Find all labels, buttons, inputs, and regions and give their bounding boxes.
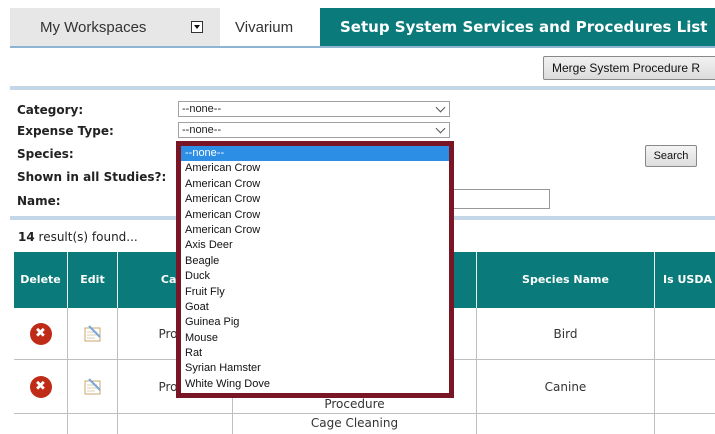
- column-header-edit: Edit: [68, 252, 118, 308]
- dropdown-option[interactable]: Duck: [181, 269, 449, 284]
- edit-icon[interactable]: [83, 324, 103, 344]
- dropdown-option[interactable]: American Crow: [181, 223, 449, 238]
- procedure-cell: Cage Cleaning: [233, 414, 477, 434]
- name-input[interactable]: [450, 189, 550, 209]
- category-label: Category:: [17, 103, 84, 117]
- category-cell: [118, 414, 233, 434]
- search-button[interactable]: Search: [645, 145, 697, 167]
- dropdown-option-none[interactable]: --none--: [181, 146, 449, 162]
- species-cell: Bird: [477, 308, 655, 359]
- dropdown-option[interactable]: Goat: [181, 300, 449, 315]
- species-cell: Canine: [477, 360, 655, 413]
- dropdown-option[interactable]: Fruit Fly: [181, 285, 449, 300]
- delete-icon[interactable]: ✖: [29, 322, 52, 345]
- edit-cell: [68, 308, 118, 359]
- tab-my-workspaces-label: My Workspaces: [40, 19, 147, 36]
- dropdown-option[interactable]: American Crow: [181, 208, 449, 223]
- dropdown-arrow-icon[interactable]: [191, 21, 203, 33]
- dropdown-option[interactable]: Mouse: [181, 331, 449, 346]
- edit-cell: [68, 360, 118, 413]
- category-select-value: --none--: [182, 103, 222, 115]
- chevron-down-icon: [435, 123, 446, 134]
- species-label: Species:: [17, 147, 74, 161]
- dropdown-option[interactable]: Beagle: [181, 254, 449, 269]
- delete-cell: [14, 414, 68, 434]
- dropdown-option[interactable]: American Crow: [181, 177, 449, 192]
- species-value: Canine: [544, 379, 587, 394]
- dropdown-option[interactable]: American Crow: [181, 192, 449, 207]
- tab-vivarium[interactable]: Vivarium: [220, 8, 320, 46]
- category-select[interactable]: --none--: [178, 101, 450, 117]
- edit-cell: [68, 414, 118, 434]
- species-value: Bird: [553, 326, 578, 341]
- column-header-is-usda[interactable]: Is USDA S: [655, 252, 715, 342]
- column-header-delete: Delete: [14, 252, 68, 308]
- usda-cell: [655, 308, 715, 359]
- results-count-number: 14: [18, 230, 35, 244]
- species-cell: [477, 414, 655, 434]
- dropdown-option[interactable]: Axis Deer: [181, 238, 449, 253]
- toolbar: Merge System Procedure R: [10, 46, 715, 86]
- expense-type-select-value: --none--: [182, 124, 222, 136]
- procedure-value: Procedure: [324, 397, 385, 411]
- results-count: 14 result(s) found...: [18, 230, 138, 244]
- usda-cell: [655, 414, 715, 434]
- dropdown-option[interactable]: American Crow: [181, 161, 449, 176]
- usda-cell: [655, 360, 715, 413]
- tab-my-workspaces[interactable]: My Workspaces: [10, 8, 220, 46]
- tab-bar: My Workspaces Vivarium Setup System Serv…: [0, 0, 715, 46]
- dropdown-option[interactable]: Rat: [181, 346, 449, 361]
- delete-icon[interactable]: ✖: [29, 375, 52, 398]
- delete-cell: ✖: [14, 360, 68, 413]
- dropdown-option[interactable]: Guinea Pig: [181, 315, 449, 330]
- results-count-text: result(s) found...: [34, 230, 138, 244]
- column-header-species-name[interactable]: Species Name: [477, 252, 655, 308]
- shown-in-all-studies-label: Shown in all Studies?:: [17, 170, 167, 184]
- tab-active-label: Setup System Services and Procedures Lis…: [340, 18, 708, 36]
- chevron-down-icon: [435, 102, 446, 113]
- edit-icon[interactable]: [83, 377, 103, 397]
- expense-type-select[interactable]: --none--: [178, 122, 450, 138]
- delete-cell: ✖: [14, 308, 68, 359]
- tab-setup-system-services[interactable]: Setup System Services and Procedures Lis…: [320, 8, 715, 46]
- dropdown-option[interactable]: Syrian Hamster: [181, 361, 449, 376]
- merge-system-procedure-button[interactable]: Merge System Procedure R: [543, 56, 715, 80]
- dropdown-option[interactable]: White Wing Dove: [181, 377, 449, 392]
- table-row: Cage Cleaning: [14, 414, 715, 434]
- expense-type-label: Expense Type:: [17, 124, 114, 138]
- tab-vivarium-label: Vivarium: [235, 19, 294, 36]
- name-label: Name:: [17, 194, 61, 208]
- species-dropdown-list[interactable]: --none-- American Crow American Crow Ame…: [176, 141, 454, 398]
